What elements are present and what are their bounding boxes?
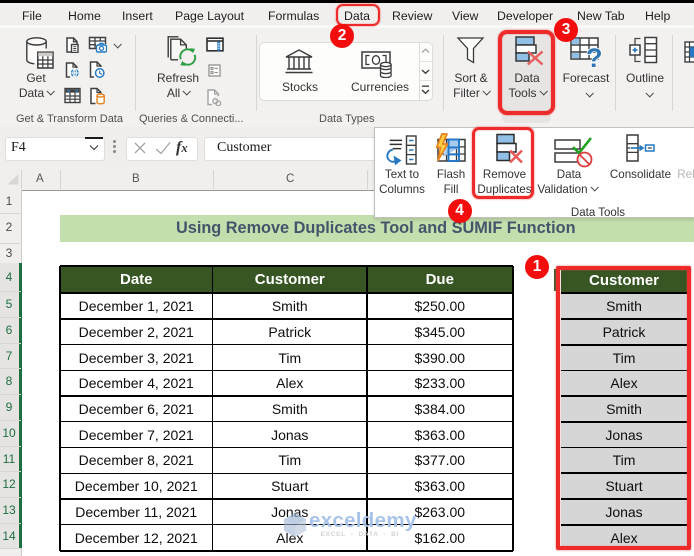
svg-text:?: ?	[586, 43, 603, 69]
